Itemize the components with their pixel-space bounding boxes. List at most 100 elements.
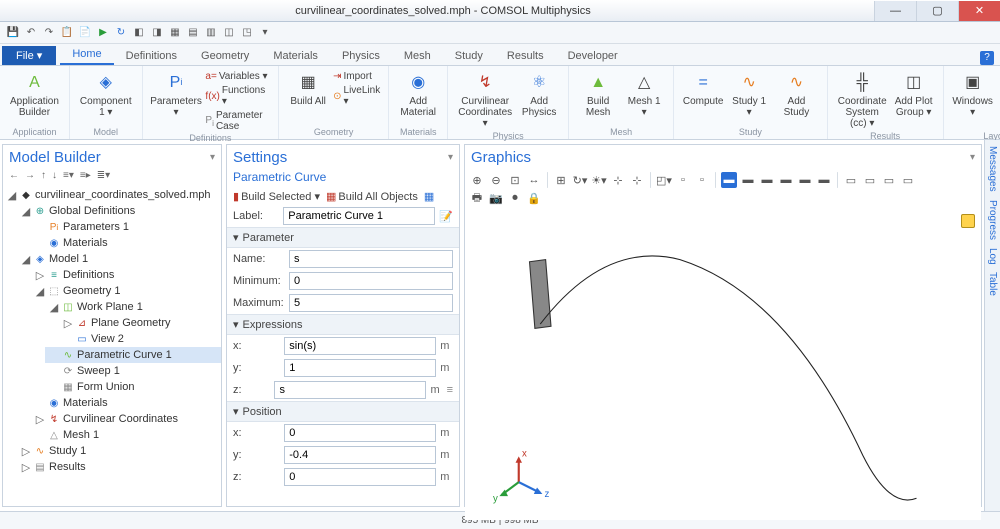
coordinate-system-button[interactable]: ╬Coordinate System (cc) ▾ <box>834 68 891 131</box>
param-name-input[interactable] <box>289 250 453 268</box>
back-icon[interactable]: ← <box>9 170 19 181</box>
file-tab[interactable]: File ▾ <box>2 46 56 65</box>
graphics-viewport[interactable]: x z y <box>465 208 981 520</box>
reset-desktop-button[interactable]: ⟲Reset Desktop ▾ <box>996 68 1000 131</box>
build-selected-button[interactable]: ▮Build Selected ▾ <box>233 190 320 203</box>
panel-menu-icon[interactable]: ▾ <box>970 152 975 163</box>
tab-definitions[interactable]: Definitions <box>114 47 189 65</box>
tab-home[interactable]: Home <box>60 45 113 65</box>
section-expressions[interactable]: ▾Expressions <box>227 314 459 335</box>
tab-mesh[interactable]: Mesh <box>392 47 443 65</box>
zoom-in-icon[interactable]: ⊕ <box>469 172 485 188</box>
add-study-button[interactable]: ∿Add Study <box>772 68 821 120</box>
tree-node-parametric-curve[interactable]: ∿Parametric Curve 1 <box>45 347 221 363</box>
flyout-log[interactable]: Log <box>987 248 998 265</box>
generic-icon[interactable]: ◧ <box>132 26 146 40</box>
maximize-button[interactable]: ▢ <box>916 1 958 21</box>
edit-label-icon[interactable]: 📝 <box>439 210 453 223</box>
section-position[interactable]: ▾Position <box>227 401 459 422</box>
snapshot-icon[interactable]: 📷 <box>488 190 504 206</box>
tab-developer[interactable]: Developer <box>556 47 630 65</box>
generic-icon[interactable]: ▦ <box>168 26 182 40</box>
add-physics-button[interactable]: ⚛Add Physics <box>516 68 562 131</box>
render6-icon[interactable]: ▭ <box>843 172 859 188</box>
expr-y-input[interactable] <box>284 359 436 377</box>
copy-icon[interactable]: 📋 <box>60 26 74 40</box>
minimize-button[interactable]: — <box>874 1 916 21</box>
record-icon[interactable]: ⏺ <box>507 190 523 206</box>
render8-icon[interactable]: ▭ <box>881 172 897 188</box>
collapse-icon[interactable]: ≡▾ <box>63 170 74 181</box>
parameters-button[interactable]: PiParameters ▾ <box>149 68 204 133</box>
generic-icon[interactable]: ▥ <box>204 26 218 40</box>
render1-icon[interactable]: ▬ <box>740 172 756 188</box>
zoom-extents-icon[interactable]: ↔ <box>526 172 542 188</box>
pos-x-input[interactable] <box>284 424 436 442</box>
add-plot-group-button[interactable]: ◫Add Plot Group ▾ <box>891 68 937 131</box>
flyout-table[interactable]: Table <box>987 272 998 296</box>
sel2-icon[interactable]: ▫ <box>675 172 691 188</box>
render9-icon[interactable]: ▭ <box>900 172 916 188</box>
light-icon[interactable]: ☀▾ <box>591 172 607 188</box>
variables-button[interactable]: a=Variables ▾ <box>203 70 272 83</box>
compute-button[interactable]: =Compute <box>680 68 726 120</box>
component-button[interactable]: ◈Component 1 ▾ <box>76 68 136 120</box>
render4-icon[interactable]: ▬ <box>797 172 813 188</box>
generic-icon[interactable]: ◳ <box>240 26 254 40</box>
zoom-box-icon[interactable]: ⊡ <box>507 172 523 188</box>
section-parameter[interactable]: ▾Parameter <box>227 227 459 248</box>
select-icon[interactable]: ◰▾ <box>656 172 672 188</box>
lock-icon[interactable]: 🔒 <box>526 190 542 206</box>
clip-icon[interactable]: ▬ <box>721 172 737 188</box>
parameter-case-button[interactable]: PiParameter Case <box>203 109 272 133</box>
flyout-messages[interactable]: Messages <box>987 146 998 192</box>
fwd-icon[interactable]: → <box>25 170 35 181</box>
run-icon[interactable]: ▶ <box>96 26 110 40</box>
expr-x-input[interactable] <box>284 337 436 355</box>
param-min-input[interactable] <box>289 272 453 290</box>
build-all-objects-button[interactable]: ▦Build All Objects <box>326 190 418 203</box>
undo-icon[interactable]: ↶ <box>24 26 38 40</box>
zoom-out-icon[interactable]: ⊖ <box>488 172 504 188</box>
layers-icon[interactable]: ≡ <box>447 384 453 396</box>
view-icon[interactable]: ⊞ <box>553 172 569 188</box>
livelink-button[interactable]: ⊙LiveLink ▾ <box>331 84 382 108</box>
help-icon[interactable]: ? <box>980 51 994 65</box>
mesh-1-button[interactable]: △Mesh 1 ▾ <box>621 68 667 120</box>
panel-menu-icon[interactable]: ▾ <box>448 152 453 163</box>
graphics-indicator-icon[interactable] <box>961 214 975 228</box>
expr-z-input[interactable] <box>274 381 426 399</box>
close-button[interactable]: ✕ <box>958 1 1000 21</box>
build-all-button[interactable]: ▦Build All <box>285 68 331 109</box>
pos-z-input[interactable] <box>284 468 436 486</box>
generic-icon[interactable]: ▾ <box>258 26 272 40</box>
refresh-icon[interactable]: ↻ <box>114 26 128 40</box>
functions-button[interactable]: f(x)Functions ▾ <box>203 84 272 108</box>
render3-icon[interactable]: ▬ <box>778 172 794 188</box>
paste-icon[interactable]: 📄 <box>78 26 92 40</box>
panel-menu-icon[interactable]: ▾ <box>210 152 215 163</box>
application-builder-button[interactable]: AApplication Builder <box>6 68 63 120</box>
render2-icon[interactable]: ▬ <box>759 172 775 188</box>
render5-icon[interactable]: ▬ <box>816 172 832 188</box>
tab-geometry[interactable]: Geometry <box>189 47 261 65</box>
expand-icon[interactable]: ≡▸ <box>80 170 91 181</box>
study-1-button[interactable]: ∿Study 1 ▾ <box>726 68 772 120</box>
windows-button[interactable]: ▣Windows ▾ <box>950 68 996 131</box>
render7-icon[interactable]: ▭ <box>862 172 878 188</box>
redo-icon[interactable]: ↷ <box>42 26 56 40</box>
tab-materials[interactable]: Materials <box>261 47 330 65</box>
generic-icon[interactable]: ▤ <box>186 26 200 40</box>
tab-physics[interactable]: Physics <box>330 47 392 65</box>
build-mesh-button[interactable]: ▲Build Mesh <box>575 68 621 120</box>
generic-icon[interactable]: ◨ <box>150 26 164 40</box>
generic-icon[interactable]: ◫ <box>222 26 236 40</box>
tab-results[interactable]: Results <box>495 47 556 65</box>
axis-icon[interactable]: ⊹ <box>610 172 626 188</box>
print-icon[interactable]: 🖶 <box>469 190 485 206</box>
add-material-button[interactable]: ◉Add Material <box>395 68 441 120</box>
tab-study[interactable]: Study <box>443 47 495 65</box>
model-tree[interactable]: ◢◆curvilinear_coordinates_solved.mph ◢⊕G… <box>3 185 221 506</box>
flyout-progress[interactable]: Progress <box>987 200 998 240</box>
curvilinear-coords-button[interactable]: ↯Curvilinear Coordinates ▾ <box>454 68 516 131</box>
